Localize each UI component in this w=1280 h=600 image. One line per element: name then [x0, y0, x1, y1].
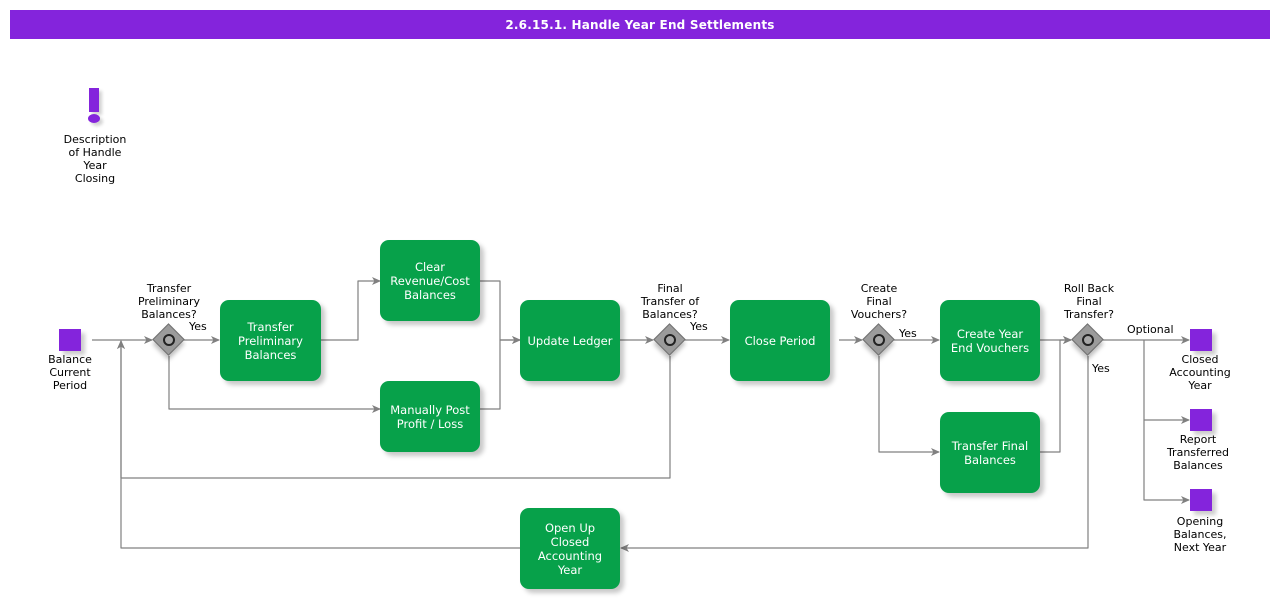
task-transfer-preliminary-balances[interactable]: Transfer Preliminary Balances — [220, 300, 321, 381]
start-node-label: Balance Current Period — [20, 353, 120, 392]
gateway-final-transfer-label: Final Transfer of Balances? — [610, 282, 730, 321]
edge-label-optional-roll-back: Optional — [1127, 323, 1174, 336]
gateway-ring-icon — [873, 334, 885, 346]
task-label: Create Year End Vouchers — [946, 327, 1034, 355]
gateway-ring-icon — [664, 334, 676, 346]
task-transfer-final-balances[interactable]: Transfer Final Balances — [940, 412, 1040, 493]
task-label: Update Ledger — [528, 334, 613, 348]
exclamation-bar — [89, 88, 99, 112]
task-manually-post-profit-loss[interactable]: Manually Post Profit / Loss — [380, 381, 480, 452]
task-create-year-end-vouchers[interactable]: Create Year End Vouchers — [940, 300, 1040, 381]
edge-label-yes-create-vouchers: Yes — [899, 327, 917, 340]
edge-transferfinal-to-gw4 — [1040, 340, 1071, 452]
start-node[interactable] — [59, 329, 81, 351]
end-node-opening-balances-next-year[interactable] — [1190, 489, 1212, 511]
end-node-opening-balances-next-year-label: Opening Balances, Next Year — [1150, 515, 1250, 554]
diagram-title-bar: 2.6.15.1. Handle Year End Settlements — [10, 10, 1270, 39]
edge-clear-to-ledger — [480, 281, 520, 340]
page-title: 2.6.15.1. Handle Year End Settlements — [505, 18, 774, 32]
edge-gw3-no — [879, 356, 939, 452]
task-label: Clear Revenue/Cost Balances — [386, 260, 474, 302]
exclamation-dot — [88, 114, 100, 123]
gateway-roll-back-final-transfer-label: Roll Back Final Transfer? — [1029, 282, 1149, 321]
end-node-report-transferred-balances-label: Report Transferred Balances — [1148, 433, 1248, 472]
task-label: Manually Post Profit / Loss — [386, 403, 474, 431]
gateway-ring-icon — [1082, 334, 1094, 346]
edge-tpb-to-clear — [321, 281, 380, 340]
task-label: Close Period — [745, 334, 816, 348]
gateway-ring-icon — [163, 334, 175, 346]
note-label: Description of Handle Year Closing — [35, 133, 155, 185]
task-label: Transfer Preliminary Balances — [226, 320, 315, 362]
gateway-transfer-preliminary[interactable] — [154, 325, 184, 355]
exclamation-mark-icon — [84, 88, 106, 124]
gateway-create-final-vouchers-label: Create Final Vouchers? — [819, 282, 939, 321]
edge-manual-to-ledger — [480, 340, 520, 409]
gateway-transfer-preliminary-label: Transfer Preliminary Balances? — [109, 282, 229, 321]
task-close-period[interactable]: Close Period — [730, 300, 830, 381]
edge-label-yes-roll-back: Yes — [1092, 362, 1110, 375]
flowchart-canvas: 2.6.15.1. Handle Year End Settlements — [0, 0, 1280, 600]
task-update-ledger[interactable]: Update Ledger — [520, 300, 620, 381]
gateway-create-final-vouchers[interactable] — [864, 325, 894, 355]
edge-label-yes-transfer-preliminary: Yes — [189, 320, 207, 333]
task-open-up-closed-accounting-year[interactable]: Open Up Closed Accounting Year — [520, 508, 620, 589]
edge-label-yes-final-transfer: Yes — [690, 320, 708, 333]
end-node-closed-accounting-year[interactable] — [1190, 329, 1212, 351]
task-label: Open Up Closed Accounting Year — [526, 521, 614, 577]
task-label: Transfer Final Balances — [946, 439, 1034, 467]
gateway-roll-back-final-transfer[interactable] — [1073, 325, 1103, 355]
end-node-closed-accounting-year-label: Closed Accounting Year — [1150, 353, 1250, 392]
gateway-final-transfer-of-balances[interactable] — [655, 325, 685, 355]
task-clear-revenue-cost-balances[interactable]: Clear Revenue/Cost Balances — [380, 240, 480, 321]
end-node-report-transferred-balances[interactable] — [1190, 409, 1212, 431]
